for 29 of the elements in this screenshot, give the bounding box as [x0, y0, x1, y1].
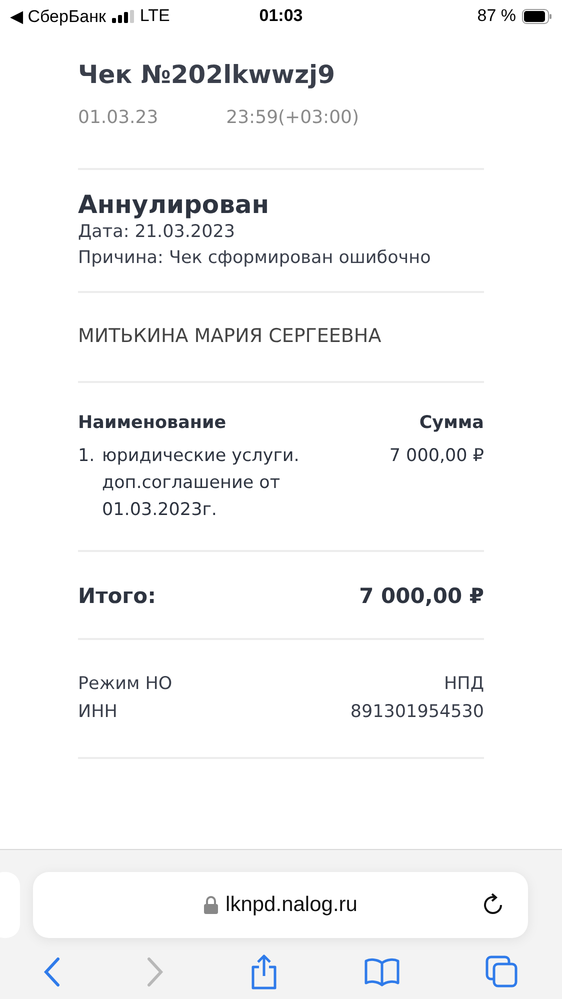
address-bar[interactable]: lknpd.nalog.ru: [33, 872, 528, 938]
item-number: 1.: [78, 445, 96, 468]
cancel-status: Аннулирован: [78, 190, 270, 219]
item-amount: 7 000,00 ₽: [388, 445, 484, 468]
detail-label: ИНН: [78, 701, 118, 724]
receipt-title: Чек №202lkwwzj9: [78, 60, 336, 89]
clock: 01:03: [259, 6, 303, 25]
back-to-app-link[interactable]: ◀ СберБанк: [10, 6, 106, 26]
detail-value: 891301954530: [350, 701, 484, 724]
column-header: Сумма: [419, 413, 484, 433]
signal-icon: [112, 10, 134, 22]
item-name: юридические услуги. доп.соглашение от 01.03.2023г.: [102, 445, 300, 522]
receipt-time: 23:59(+03:00): [226, 107, 360, 128]
customer-name: МИТЬКИНА МАРИЯ СЕРГЕЕВНА: [78, 324, 382, 349]
total-label: Итого:: [78, 584, 156, 608]
total-amount: 7 000,00 ₽: [359, 584, 484, 608]
battery-icon: [522, 8, 552, 24]
cancel-reason: Причина: Чек сформирован ошибочно: [78, 247, 432, 270]
bookmarks-button[interactable]: [364, 957, 400, 987]
detail-value: НПД: [444, 673, 484, 696]
detail-label: Режим НО: [78, 673, 172, 696]
network-label: LTE: [140, 6, 170, 26]
lock-icon: [204, 896, 218, 914]
battery-percent: 87 %: [477, 6, 516, 26]
column-header: Наименование: [78, 413, 226, 433]
tabs-button[interactable]: [485, 955, 520, 989]
back-button[interactable]: [42, 957, 61, 987]
receipt-date: 01.03.23: [78, 107, 158, 128]
cancel-date: Дата: 21.03.2023: [78, 221, 236, 244]
